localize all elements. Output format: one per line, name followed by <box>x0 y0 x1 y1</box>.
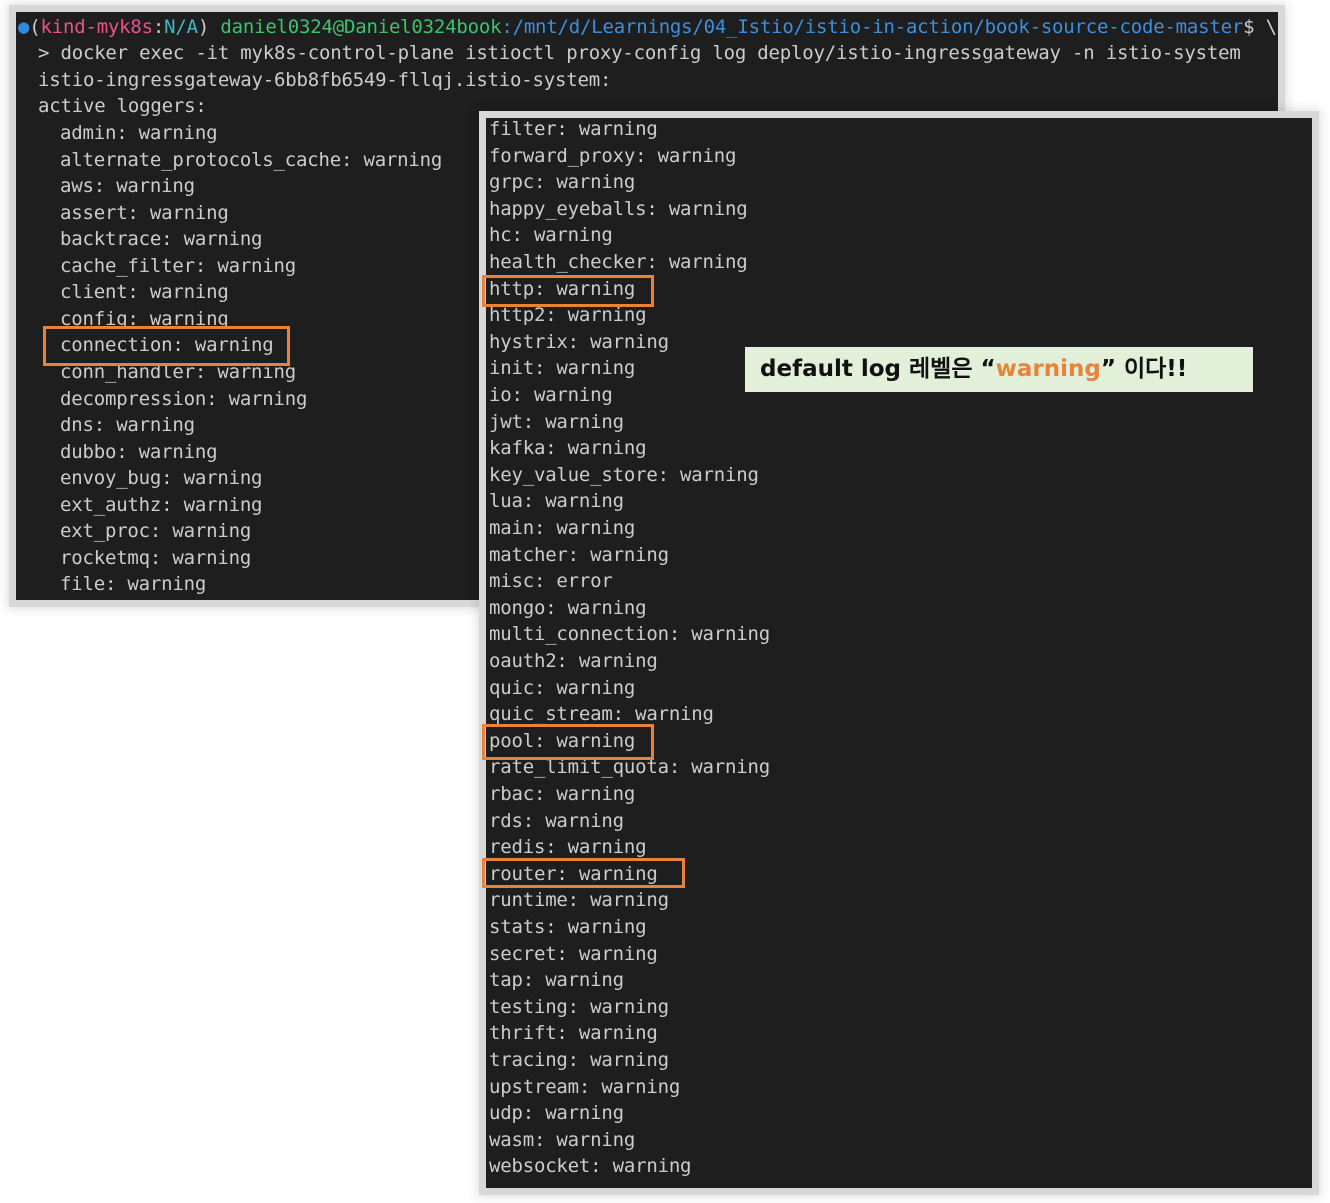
logger-entry: matcher: warning <box>489 543 669 566</box>
pod-name-line: istio-ingressgateway-6bb8fb6549-fllqj.is… <box>38 69 612 91</box>
prompt-kube-namespace: N/A <box>164 16 198 38</box>
callout-prefix: default log 레벨은 “ <box>760 356 996 382</box>
logger-entry: main: warning <box>489 517 636 539</box>
logger-entry: jwt: warning <box>489 410 624 433</box>
logger-entry: backtrace: warning <box>60 228 263 251</box>
logger-entry: tap: warning <box>489 969 624 992</box>
logger-entry: rbac: warning <box>489 783 636 805</box>
logger-entry: filter: warning <box>489 118 658 140</box>
logger-entry: file: warning <box>60 573 207 596</box>
prompt-status-icon: ● <box>18 16 30 38</box>
logger-entry: admin: warning <box>60 122 218 144</box>
annotation-callout: default log 레벨은 “warning” 이다!! <box>745 347 1253 392</box>
logger-entry: hc: warning <box>489 224 613 247</box>
logger-entry: testing: warning <box>489 995 669 1018</box>
command-line: > docker exec -it myk8s-control-plane is… <box>38 42 1241 64</box>
logger-entry: udp: warning <box>489 1102 624 1125</box>
logger-entry: rocketmq: warning <box>60 546 252 569</box>
logger-entry: dns: warning <box>60 414 195 437</box>
logger-entry: quic: warning <box>489 676 636 699</box>
logger-entry: redis: warning <box>489 836 647 859</box>
prompt-path: :/mnt/d/Learnings/04_Istio/istio-in-acti… <box>501 16 1244 38</box>
logger-entry: thrift: warning <box>489 1022 658 1045</box>
prompt-user-host: daniel0324@Daniel0324book <box>220 16 502 38</box>
logger-entry: dubbo: warning <box>60 440 218 463</box>
prompt-kube-cluster: kind-myk8s <box>40 16 154 38</box>
logger-entry: ext_proc: warning <box>60 520 252 543</box>
logger-entry: init: warning <box>489 357 636 380</box>
logger-entry: alternate_protocols_cache: warning <box>60 148 443 171</box>
prompt-line: ●(kind-myk8s:N/A) daniel0324@Daniel0324b… <box>18 14 1277 40</box>
logger-entry: wasm: warning <box>489 1128 636 1151</box>
logger-entry: hystrix: warning <box>489 330 669 353</box>
callout-suffix: ” 이다!! <box>1100 356 1188 382</box>
prompt-tail: $ \ <box>1243 16 1277 38</box>
logger-entry: secret: warning <box>489 942 658 965</box>
logger-entry: aws: warning <box>60 175 195 198</box>
prompt-paren-close: ) <box>197 16 210 38</box>
logger-entry: tracing: warning <box>489 1049 669 1071</box>
logger-entry: happy_eyeballs: warning <box>489 197 748 220</box>
logger-entry: ext_authz: warning <box>60 493 263 516</box>
logger-entry: client: warning <box>60 281 229 304</box>
logger-entry: stats: warning <box>489 916 647 938</box>
logger-entry: decompression: warning <box>60 387 308 410</box>
prompt-colon: : <box>152 16 165 38</box>
logger-entry: rds: warning <box>489 809 624 832</box>
logger-entry: health_checker: warning <box>489 251 748 273</box>
logger-entry: multi_connection: warning <box>489 623 770 646</box>
logger-entry: runtime: warning <box>489 889 669 912</box>
highlight-box-http <box>482 275 654 307</box>
prompt-paren-open: ( <box>29 16 41 38</box>
logger-entry: misc: error <box>489 570 613 593</box>
logger-entry: kafka: warning <box>489 437 647 460</box>
logger-entry: lua: warning <box>489 490 624 513</box>
logger-entry: io: warning <box>489 384 613 406</box>
logger-entry: upstream: warning <box>489 1075 681 1098</box>
logger-entry: forward_proxy: warning <box>489 144 737 167</box>
logger-entry: websocket: warning <box>489 1155 692 1178</box>
active-loggers-header: active loggers: <box>38 95 207 117</box>
logger-entry: cache_filter: warning <box>60 254 297 277</box>
logger-entry: envoy_bug: warning <box>60 467 263 490</box>
logger-entry: oauth2: warning <box>489 650 658 672</box>
logger-entry: grpc: warning <box>489 171 636 194</box>
logger-entry: mongo: warning <box>489 596 647 619</box>
highlight-box-connection <box>43 326 290 366</box>
callout-accent: warning <box>995 356 1101 382</box>
logger-entry: assert: warning <box>60 201 229 224</box>
logger-entry: key_value_store: warning <box>489 463 759 486</box>
highlight-box-pool <box>482 724 654 760</box>
highlight-box-router <box>482 858 685 888</box>
